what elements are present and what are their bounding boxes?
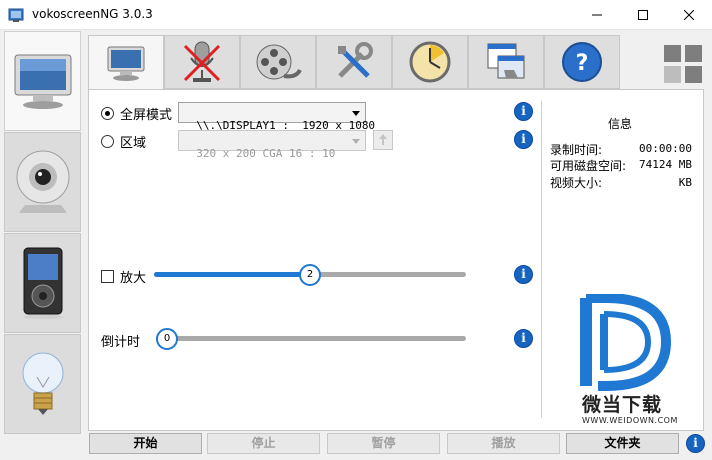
area-label: 区域 — [120, 136, 147, 151]
close-icon — [684, 10, 694, 20]
sidebar — [0, 31, 83, 434]
area-select-icon — [379, 134, 387, 145]
area-radio[interactable] — [101, 135, 114, 148]
magnifier-slider-fill — [154, 272, 310, 277]
magnifier-slider-handle[interactable]: 2 — [299, 264, 321, 286]
info-value-record-time: 00:00:00 — [639, 142, 692, 155]
watermark-text: 微当下载 — [582, 394, 663, 416]
lightbulb-icon — [22, 352, 63, 415]
magnifier-label: 放大 — [120, 271, 147, 286]
film-reel-icon — [256, 44, 302, 80]
fullscreen-option[interactable]: 全屏模式 — [101, 104, 172, 123]
tab-audio[interactable] — [164, 35, 240, 89]
tab-bar: ? — [88, 35, 620, 90]
sidebar-item-screencast[interactable] — [4, 31, 81, 131]
countdown-slider[interactable] — [156, 336, 466, 341]
svg-text:?: ? — [576, 51, 589, 76]
info-key-record-time: 录制时间: — [550, 143, 603, 157]
tab-settings[interactable] — [316, 35, 392, 89]
monitor-icon — [14, 54, 71, 109]
sidebar-item-player[interactable] — [4, 233, 81, 333]
area-option[interactable]: 区域 — [101, 132, 146, 151]
window-screenshot-icon — [487, 43, 525, 79]
tab-video[interactable] — [240, 35, 316, 89]
countdown-info-icon[interactable]: i — [514, 329, 533, 348]
minimize-button[interactable] — [574, 0, 620, 30]
magnifier-info-icon[interactable]: i — [514, 265, 533, 284]
area-info-icon[interactable]: i — [514, 130, 533, 149]
sidebar-item-camera[interactable] — [4, 132, 81, 232]
fullscreen-radio[interactable] — [101, 107, 114, 120]
title-bar: vokoscreenNG 3.0.3 — [0, 0, 712, 30]
tools-icon — [338, 42, 373, 78]
tab-snapshot[interactable] — [468, 35, 544, 89]
magnifier-checkbox[interactable] — [101, 270, 114, 283]
microphone-muted-icon — [183, 41, 221, 82]
countdown-option: 倒计时 — [101, 331, 140, 350]
fullscreen-info-icon[interactable]: i — [514, 102, 533, 121]
tab-timer[interactable] — [392, 35, 468, 89]
countdown-slider-handle[interactable]: 0 — [156, 328, 178, 350]
info-value-video-size: KB — [678, 176, 692, 189]
info-value-disk-space: 74124 MB — [639, 158, 692, 171]
webcam-icon — [16, 150, 69, 213]
tab-screencast[interactable] — [88, 35, 164, 90]
fullscreen-label: 全屏模式 — [120, 108, 173, 123]
monitor-icon — [107, 46, 145, 81]
grid-layout-icon[interactable] — [664, 45, 704, 85]
pause-button[interactable]: 暂停 — [327, 433, 440, 454]
maximize-icon — [638, 10, 648, 20]
magnifier-option[interactable]: 放大 — [101, 267, 146, 286]
info-key-video-size: 视频大小: — [550, 176, 603, 190]
media-player-icon — [22, 247, 63, 319]
timer-icon — [409, 41, 451, 83]
maximize-button[interactable] — [620, 0, 666, 30]
countdown-label: 倒计时 — [101, 335, 141, 350]
minimize-icon — [592, 14, 602, 16]
display-select[interactable]: \\.\DISPLAY1 : 1920 x 1080 — [178, 102, 375, 132]
main-info-icon[interactable]: i — [686, 434, 705, 453]
area-apply-button[interactable] — [373, 130, 393, 150]
tab-about[interactable]: ? — [544, 35, 620, 89]
close-button[interactable] — [666, 0, 712, 30]
app-icon — [8, 8, 24, 22]
folder-button[interactable]: 文件夹 — [566, 433, 679, 454]
area-select[interactable]: 320 x 200 CGA 16 : 10 — [178, 130, 366, 160]
sidebar-item-log[interactable] — [4, 334, 81, 434]
info-key-disk-space: 可用磁盘空间: — [550, 159, 627, 173]
stop-button[interactable]: 停止 — [207, 433, 320, 454]
chevron-down-icon — [352, 111, 360, 116]
help-icon: ? — [562, 42, 602, 82]
info-divider — [541, 101, 542, 418]
watermark-url: WWW.WEIDOWN.COM — [582, 416, 678, 425]
area-select-value: 320 x 200 CGA 16 : 10 — [196, 147, 336, 160]
window-title: vokoscreenNG 3.0.3 — [32, 7, 153, 21]
info-title: 信息 — [608, 117, 633, 131]
start-button[interactable]: 开始 — [89, 433, 202, 454]
play-button[interactable]: 播放 — [447, 433, 560, 454]
chevron-down-icon — [352, 139, 360, 144]
